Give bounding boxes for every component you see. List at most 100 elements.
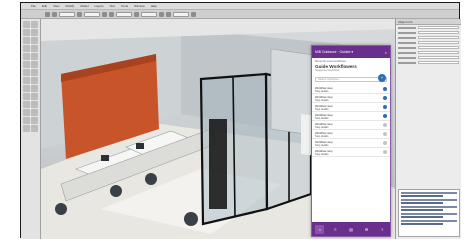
- application-window: File Edit View Modify Model Layers Text …: [20, 2, 461, 239]
- grid-tool-icon[interactable]: [31, 109, 38, 116]
- property-field[interactable]: [418, 51, 459, 54]
- menu-model[interactable]: Model: [80, 4, 88, 8]
- step-detail: Step details: [315, 125, 329, 129]
- dimension-tool-icon[interactable]: [23, 85, 30, 92]
- property-row[interactable]: [396, 60, 461, 65]
- line-tool-icon[interactable]: [23, 29, 30, 36]
- column-tool-icon[interactable]: [23, 77, 30, 84]
- roof-tool-icon[interactable]: [31, 69, 38, 76]
- add-workflow-button[interactable]: +: [378, 74, 386, 82]
- menu-file[interactable]: File: [31, 4, 36, 8]
- list-item[interactable]: [401, 195, 443, 197]
- menu-window[interactable]: Window: [134, 4, 145, 8]
- menu-view[interactable]: View: [53, 4, 59, 8]
- layer-dropdown[interactable]: [84, 11, 100, 17]
- toolbar-button[interactable]: [102, 11, 107, 17]
- flyover-tool-icon[interactable]: [23, 93, 30, 100]
- section-tool-icon[interactable]: [31, 101, 38, 108]
- search-input[interactable]: Search workflows...: [315, 77, 387, 82]
- list-item[interactable]: [401, 209, 443, 211]
- camera-tool-icon[interactable]: [23, 125, 30, 132]
- resource-list[interactable]: [398, 189, 460, 237]
- list-item[interactable]: [401, 223, 443, 225]
- property-field[interactable]: [418, 56, 459, 59]
- toolbar-button[interactable]: [45, 11, 50, 17]
- workflow-step[interactable]: Workflow step Step details: [312, 139, 390, 148]
- workflow-step[interactable]: Workflow step Step details: [312, 130, 390, 139]
- list-item[interactable]: [401, 212, 457, 215]
- toolbar-button[interactable]: [134, 11, 139, 17]
- step-status-icon: [383, 105, 387, 109]
- zoom-dropdown[interactable]: [173, 11, 189, 17]
- panel-footer-nav: ⌂ ≡ ▤ ⚙ ?: [312, 222, 390, 236]
- property-field[interactable]: [418, 41, 459, 44]
- home-icon[interactable]: ⌂: [315, 224, 325, 234]
- slab-tool-icon[interactable]: [23, 69, 30, 76]
- step-status-icon: [383, 123, 387, 127]
- eyedropper-tool-icon[interactable]: [31, 85, 38, 92]
- property-field[interactable]: [418, 26, 459, 29]
- class-dropdown[interactable]: [59, 11, 75, 17]
- workflow-step[interactable]: Workflow step Step details: [312, 121, 390, 130]
- menu-help[interactable]: Help: [151, 4, 157, 8]
- arc-tool-icon[interactable]: [31, 37, 38, 44]
- window-tool-icon[interactable]: [23, 61, 30, 68]
- light-tool-icon[interactable]: [31, 117, 38, 124]
- panel-header[interactable]: MIB Guidance · Guided ▾ ×: [312, 46, 390, 58]
- workflow-step[interactable]: Workflow step Step details: [312, 112, 390, 121]
- toolbar-button[interactable]: [166, 11, 171, 17]
- view-dropdown[interactable]: [116, 11, 132, 17]
- property-field[interactable]: [418, 61, 459, 64]
- list-icon[interactable]: ≡: [331, 225, 340, 234]
- circle-tool-icon[interactable]: [23, 37, 30, 44]
- property-label: [398, 31, 416, 34]
- list-item[interactable]: [401, 216, 443, 218]
- list-item[interactable]: [401, 219, 457, 222]
- wall-tool-icon[interactable]: [23, 53, 30, 60]
- property-label: [398, 41, 416, 44]
- menu-layers[interactable]: Layers: [94, 4, 103, 8]
- close-icon[interactable]: ×: [385, 50, 387, 55]
- stair-tool-icon[interactable]: [31, 61, 38, 68]
- step-status-icon: [383, 132, 387, 136]
- menu-modify[interactable]: Modify: [65, 4, 74, 8]
- panel-header-title[interactable]: MIB Guidance · Guided ▾: [315, 50, 353, 54]
- rectangle-tool-icon[interactable]: [31, 29, 38, 36]
- property-field[interactable]: [418, 36, 459, 39]
- property-field[interactable]: [418, 31, 459, 34]
- menu-text[interactable]: Text: [110, 4, 116, 8]
- list-item[interactable]: [401, 205, 457, 208]
- symbol-tool-icon[interactable]: [23, 109, 30, 116]
- menu-edit[interactable]: Edit: [42, 4, 47, 8]
- selection-tool-icon[interactable]: [23, 21, 30, 28]
- menu-tools[interactable]: Tools: [121, 4, 128, 8]
- help-icon[interactable]: ?: [378, 225, 387, 234]
- list-item[interactable]: [401, 202, 443, 204]
- door-tool-icon[interactable]: [31, 53, 38, 60]
- clip-cube-tool-icon[interactable]: [23, 101, 30, 108]
- toolbar-button[interactable]: [191, 11, 196, 17]
- toolbar-button[interactable]: [109, 11, 114, 17]
- property-label: [398, 36, 416, 39]
- render-mode-dropdown[interactable]: [141, 11, 157, 17]
- workflow-step[interactable]: Workflow step Step details: [312, 85, 390, 94]
- gear-icon[interactable]: ⚙: [362, 225, 371, 234]
- list-item[interactable]: [401, 198, 457, 201]
- polygon-tool-icon[interactable]: [23, 45, 30, 52]
- text-tool-icon[interactable]: [31, 45, 38, 52]
- walkthrough-tool-icon[interactable]: [31, 93, 38, 100]
- workflow-step[interactable]: Workflow step Step details: [312, 94, 390, 103]
- toolbar-button[interactable]: [159, 11, 164, 17]
- toolbar-button[interactable]: [52, 11, 57, 17]
- space-tool-icon[interactable]: [31, 77, 38, 84]
- workflow-step[interactable]: Workflow step Step details: [312, 103, 390, 112]
- book-icon[interactable]: ▤: [346, 225, 355, 234]
- property-field[interactable]: [418, 46, 459, 49]
- workflow-step[interactable]: Workflow step Step details: [312, 148, 390, 157]
- render-tool-icon[interactable]: [31, 125, 38, 132]
- step-detail: Step details: [315, 89, 329, 93]
- list-item[interactable]: [401, 191, 457, 194]
- toolbar-button[interactable]: [77, 11, 82, 17]
- pan-tool-icon[interactable]: [31, 21, 38, 28]
- stake-tool-icon[interactable]: [23, 117, 30, 124]
